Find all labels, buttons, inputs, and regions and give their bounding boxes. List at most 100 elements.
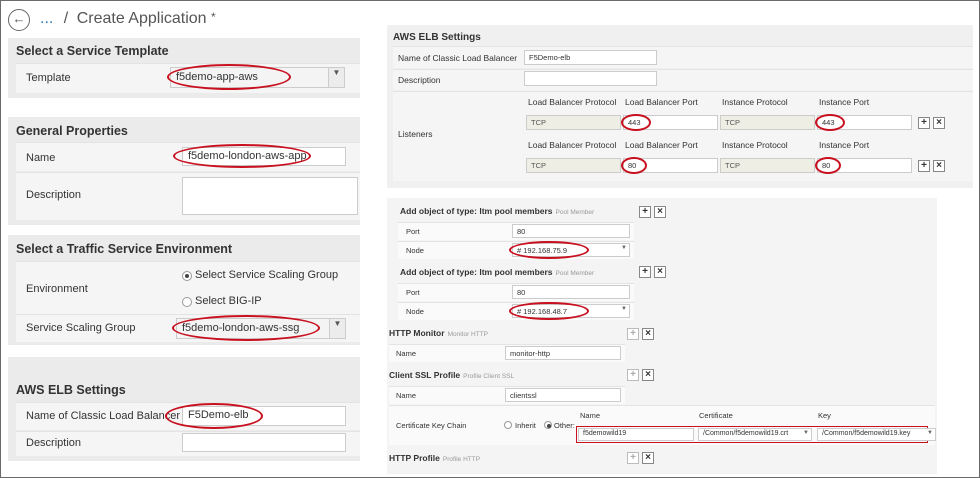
pool2-remove-button[interactable]: × [654, 266, 666, 278]
highlight-ring [173, 144, 311, 168]
pool1-port-input[interactable]: 80 [512, 224, 630, 238]
monitor-remove-button[interactable]: × [642, 328, 654, 340]
rt-desc-label: Description [398, 75, 441, 85]
chevron-down-icon: ▼ [329, 319, 345, 338]
back-arrow-icon: ← [12, 11, 26, 26]
description-label: Description [26, 189, 82, 201]
pool1-add-button[interactable]: + [639, 206, 651, 218]
pool2-port-label: Port [406, 288, 420, 297]
instance-port-header: Instance Port [819, 140, 870, 150]
breadcrumb-ellipsis[interactable]: ... [40, 10, 53, 27]
ssg-radio[interactable] [182, 271, 192, 281]
pool1-node-label: Node [406, 246, 424, 255]
http-profile-remove-button[interactable]: × [642, 452, 654, 464]
listener1-instance-protocol: TCP [720, 115, 815, 130]
pool1-heading-text: Add object of type: ltm pool members [400, 206, 553, 216]
highlight-ring [165, 403, 263, 429]
elb-name-label: Name of Classic Load Balancer [26, 410, 181, 422]
lb-port-header: Load Balancer Port [625, 140, 698, 150]
instance-protocol-header: Instance Protocol [722, 140, 788, 150]
pool1-heading: Add object of type: ltm pool members Pool… [400, 206, 594, 216]
unsaved-asterisk: * [211, 10, 216, 24]
chain-name-header: Name [580, 411, 601, 420]
listener2-add-button[interactable]: + [918, 160, 930, 172]
ssl-chain-label: Certificate Key Chain [396, 421, 467, 430]
listener1-lb-protocol: TCP [526, 115, 621, 130]
ssl-name-label: Name [396, 391, 417, 400]
ssl-heading: Client SSL Profile Profile Client SSL [389, 370, 514, 380]
chevron-down-icon: ▼ [927, 430, 933, 436]
ssl-add-button[interactable]: + [627, 369, 639, 381]
back-button[interactable]: ← [8, 9, 30, 31]
bigip-radio[interactable] [182, 297, 192, 307]
http-profile-heading: HTTP Profile Profile HTTP [389, 453, 480, 463]
pool1-remove-button[interactable]: × [654, 206, 666, 218]
monitor-subtitle: Monitor HTTP [447, 331, 489, 338]
highlight-ring [621, 114, 651, 131]
ssl-remove-button[interactable]: × [642, 369, 654, 381]
chevron-down-icon: ▼ [803, 430, 809, 436]
pool2-subtitle: Pool Member [555, 270, 595, 277]
lb-port-header: Load Balancer Port [625, 97, 698, 107]
listener1-remove-button[interactable]: × [933, 117, 945, 129]
monitor-add-button[interactable]: + [627, 328, 639, 340]
elb-desc-input[interactable] [182, 433, 346, 452]
chevron-down-icon: ▼ [621, 245, 627, 251]
chevron-down-icon: ▼ [328, 68, 344, 87]
environment-label: Environment [26, 283, 88, 295]
name-label: Name [26, 152, 56, 164]
description-textarea[interactable] [182, 177, 358, 215]
chain-key-select[interactable]: /Common/f5demowild19.key ▼ [817, 428, 936, 441]
chain-key-header: Key [818, 411, 831, 420]
inherit-label: Inherit [515, 421, 536, 430]
breadcrumb-separator: / [63, 10, 69, 27]
rt-name-label: Name of Classic Load Balancer [398, 53, 518, 63]
pool2-heading-text: Add object of type: ltm pool members [400, 267, 553, 277]
monitor-name-label: Name [396, 349, 417, 358]
http-profile-add-button[interactable]: + [627, 452, 639, 464]
monitor-heading-text: HTTP Monitor [389, 328, 445, 338]
listener2-lb-protocol: TCP [526, 158, 621, 173]
pool1-port-label: Port [406, 227, 420, 236]
chevron-down-icon: ▼ [621, 306, 627, 312]
ssl-name-input[interactable]: clientssl [505, 388, 621, 402]
listeners-label: Listeners [398, 129, 433, 139]
ssg-radio-label: Select Service Scaling Group [195, 269, 339, 281]
instance-protocol-header: Instance Protocol [722, 97, 788, 107]
tse-section-heading: Select a Traffic Service Environment [16, 242, 233, 256]
lb-protocol-header: Load Balancer Protocol [528, 140, 617, 150]
elb-desc-label: Description [26, 437, 82, 449]
other-radio[interactable] [544, 421, 552, 429]
template-section-heading: Select a Service Template [16, 44, 169, 58]
chain-cert-header: Certificate [699, 411, 733, 420]
chain-cert-select[interactable]: /Common/f5demowild19.crt ▼ [698, 428, 812, 441]
highlight-ring [815, 114, 845, 131]
http-profile-subtitle: Profile HTTP [442, 456, 481, 463]
listener2-remove-button[interactable]: × [933, 160, 945, 172]
monitor-name-input[interactable]: monitor-http [505, 346, 621, 360]
chain-cert-value: /Common/f5demowild19.crt [703, 430, 789, 437]
ssl-heading-text: Client SSL Profile [389, 370, 461, 380]
other-label: Other: [554, 421, 575, 430]
chain-name-input[interactable]: f5demowild19 [578, 428, 694, 441]
pool2-port-input[interactable]: 80 [512, 285, 630, 299]
highlight-ring [509, 302, 589, 320]
lb-protocol-header: Load Balancer Protocol [528, 97, 617, 107]
pool1-subtitle: Pool Member [555, 209, 595, 216]
ssg-label: Service Scaling Group [26, 322, 136, 334]
rt-desc-input[interactable] [524, 71, 657, 86]
inherit-radio[interactable] [504, 421, 512, 429]
highlight-ring [815, 157, 841, 174]
pool2-node-label: Node [406, 307, 424, 316]
http-profile-heading-text: HTTP Profile [389, 453, 440, 463]
highlight-ring [621, 157, 647, 174]
listener1-add-button[interactable]: + [918, 117, 930, 129]
highlight-ring [167, 64, 291, 90]
general-section-heading: General Properties [16, 124, 128, 138]
rt-desc-row [393, 69, 973, 90]
listener2-instance-protocol: TCP [720, 158, 815, 173]
pool2-add-button[interactable]: + [639, 266, 651, 278]
rt-name-input[interactable]: F5Demo-elb [524, 50, 657, 65]
page-header: ... / Create Application * [40, 10, 216, 28]
ssl-subtitle: Profile Client SSL [463, 373, 515, 380]
